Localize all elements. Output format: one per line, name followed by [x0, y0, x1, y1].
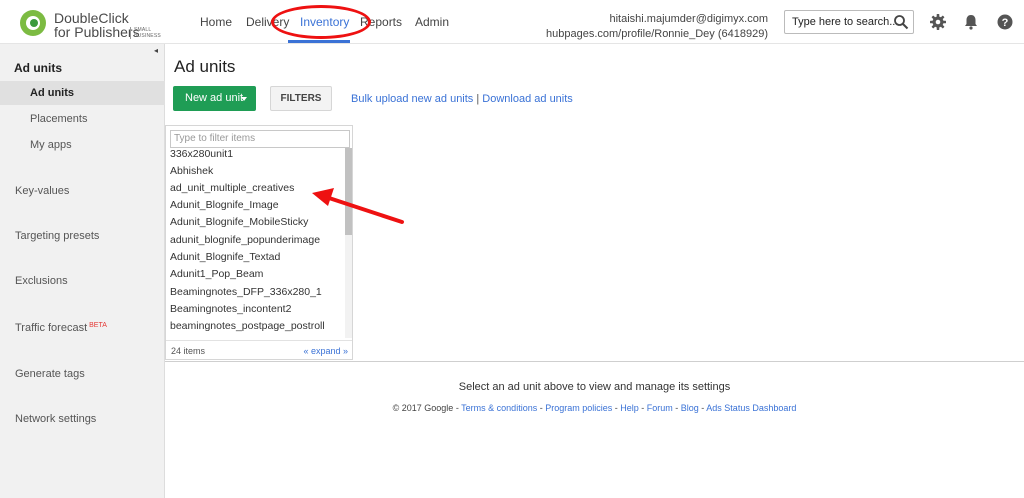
- logo-edition: SMALL BUSINESS: [134, 27, 161, 39]
- logo-divider: [130, 27, 131, 39]
- ad-unit-list-panel: Type to filter items 336x280unit1 Abhish…: [165, 125, 353, 360]
- account-info[interactable]: hitaishi.majumder@digimyx.com hubpages.c…: [546, 12, 768, 42]
- search-box[interactable]: Type here to search...: [784, 10, 914, 34]
- link-separator: |: [476, 93, 480, 105]
- sidebar-item-key-values[interactable]: Key-values: [15, 185, 69, 197]
- top-header: DoubleClick for Publishers SMALL BUSINES…: [0, 0, 1024, 44]
- list-item[interactable]: beamingnotes_postpage_postroll: [170, 320, 342, 332]
- footer-link-program-policies[interactable]: Program policies: [545, 403, 612, 413]
- bulk-upload-link[interactable]: Bulk upload new ad units: [351, 93, 473, 105]
- bell-icon[interactable]: [962, 13, 980, 31]
- list-footer: 24 items « expand »: [166, 340, 352, 360]
- footer-link-blog[interactable]: Blog: [681, 403, 699, 413]
- list-item[interactable]: Abhishek: [170, 165, 342, 177]
- list-item[interactable]: Beamingnotes_incontent2: [170, 303, 342, 315]
- sidebar-item-traffic-forecast[interactable]: Traffic forecast BETA: [15, 322, 107, 334]
- account-network: hubpages.com/profile/Ronnie_Dey (6418929…: [546, 28, 768, 40]
- dfp-logo[interactable]: DoubleClick for Publishers SMALL BUSINES…: [18, 7, 168, 40]
- filters-button[interactable]: FILTERS: [270, 86, 332, 111]
- sidebar-item-network-settings[interactable]: Network settings: [15, 413, 96, 425]
- filter-input[interactable]: Type to filter items: [170, 130, 350, 148]
- footer-link-ads-status[interactable]: Ads Status Dashboard: [706, 403, 796, 413]
- nav-active-indicator: [288, 40, 350, 43]
- sidebar-item-ad-units[interactable]: Ad units: [0, 81, 165, 105]
- logo-line2: for Publishers: [54, 24, 140, 40]
- annotation-ellipse: [271, 5, 371, 39]
- list-item[interactable]: Beamingnotes_DFP_336x280_1: [170, 286, 342, 298]
- page-title: Ad units: [174, 57, 236, 76]
- list-item[interactable]: Adunit1_Pop_Beam: [170, 268, 342, 280]
- help-icon[interactable]: ?: [996, 13, 1014, 31]
- sidebar-item-targeting-presets[interactable]: Targeting presets: [15, 230, 99, 242]
- list-item[interactable]: adunit_blognife_popunderimage: [170, 234, 342, 246]
- svg-text:?: ?: [1002, 17, 1009, 29]
- nav-admin[interactable]: Admin: [415, 15, 449, 29]
- annotation-arrow: [312, 188, 404, 224]
- sidebar-section-ad-units[interactable]: Ad units: [14, 61, 62, 75]
- sidebar-item-generate-tags[interactable]: Generate tags: [15, 368, 85, 380]
- gear-icon[interactable]: [929, 13, 947, 31]
- nav-home[interactable]: Home: [200, 15, 232, 29]
- footer-link-terms[interactable]: Terms & conditions: [461, 403, 537, 413]
- footer-link-help[interactable]: Help: [620, 403, 639, 413]
- beta-badge: BETA: [89, 322, 107, 329]
- copyright: © 2017 Google: [392, 403, 454, 413]
- left-sidebar: ◂ Ad units Ad units Placements My apps K…: [0, 44, 165, 498]
- account-email: hitaishi.majumder@digimyx.com: [609, 13, 769, 25]
- list-item[interactable]: 336x280unit1: [170, 148, 342, 160]
- search-icon[interactable]: [893, 14, 909, 30]
- sidebar-item-placements[interactable]: Placements: [0, 107, 165, 131]
- expand-link[interactable]: « expand »: [303, 346, 348, 356]
- select-ad-unit-message: Select an ad unit above to view and mana…: [458, 381, 731, 393]
- caret-down-icon: [241, 97, 247, 101]
- bulk-links: Bulk upload new ad units | Download ad u…: [351, 93, 573, 105]
- sidebar-item-my-apps[interactable]: My apps: [0, 133, 165, 157]
- dfp-logo-icon: [20, 10, 46, 36]
- list-item[interactable]: Adunit_Blognife_Textad: [170, 251, 342, 263]
- content-divider: [165, 361, 1024, 362]
- footer-link-forum[interactable]: Forum: [647, 403, 673, 413]
- download-ad-units-link[interactable]: Download ad units: [482, 93, 573, 105]
- collapse-sidebar-icon[interactable]: ◂: [154, 46, 164, 56]
- item-count: 24 items: [171, 346, 206, 356]
- page-footer: © 2017 Google - Terms & conditions - Pro…: [392, 403, 797, 413]
- search-input[interactable]: Type here to search...: [792, 16, 898, 28]
- sidebar-item-label: Traffic forecast: [15, 322, 88, 334]
- sidebar-item-exclusions[interactable]: Exclusions: [15, 275, 68, 287]
- new-ad-unit-button[interactable]: New ad unit: [173, 86, 256, 111]
